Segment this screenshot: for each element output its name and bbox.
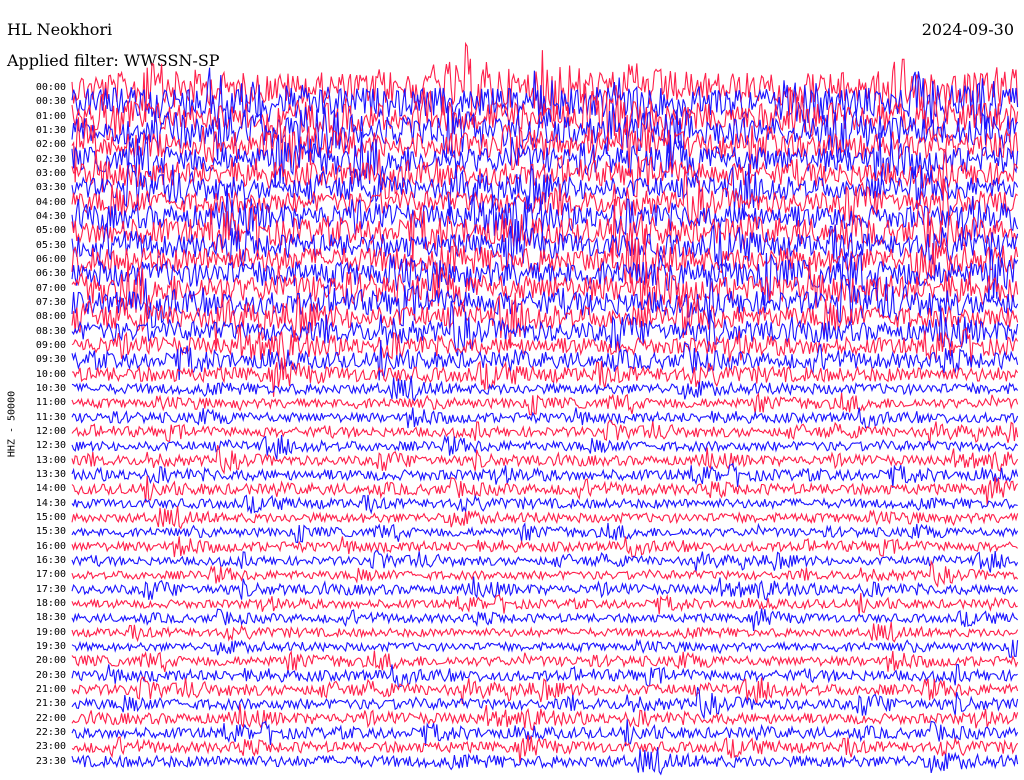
trace-row-0000 xyxy=(71,41,1019,125)
trace-row-1130 xyxy=(71,407,1019,429)
helicorder-plot xyxy=(71,41,1019,776)
trace-row-1700 xyxy=(71,559,1019,588)
trace-row-1200 xyxy=(71,419,1019,445)
trace-row-2030 xyxy=(71,663,1018,688)
trace-row-1930 xyxy=(71,638,1019,658)
trace-row-1800 xyxy=(71,593,1018,615)
trace-row-2000 xyxy=(71,650,1019,673)
trace-row-1730 xyxy=(71,576,1019,601)
trace-row-1600 xyxy=(71,536,1018,558)
trace-row-1830 xyxy=(71,608,1019,631)
trace-row-2300 xyxy=(71,735,1019,764)
trace-row-1500 xyxy=(71,506,1019,530)
trace-row-1100 xyxy=(71,392,1019,416)
trace-row-1230 xyxy=(71,434,1019,460)
trace-row-1900 xyxy=(71,622,1019,643)
trace-row-2100 xyxy=(71,676,1019,705)
trace-row-1330 xyxy=(71,462,1019,488)
trace-row-1530 xyxy=(71,522,1019,544)
trace-row-2230 xyxy=(71,719,1019,747)
trace-row-1430 xyxy=(71,494,1018,515)
